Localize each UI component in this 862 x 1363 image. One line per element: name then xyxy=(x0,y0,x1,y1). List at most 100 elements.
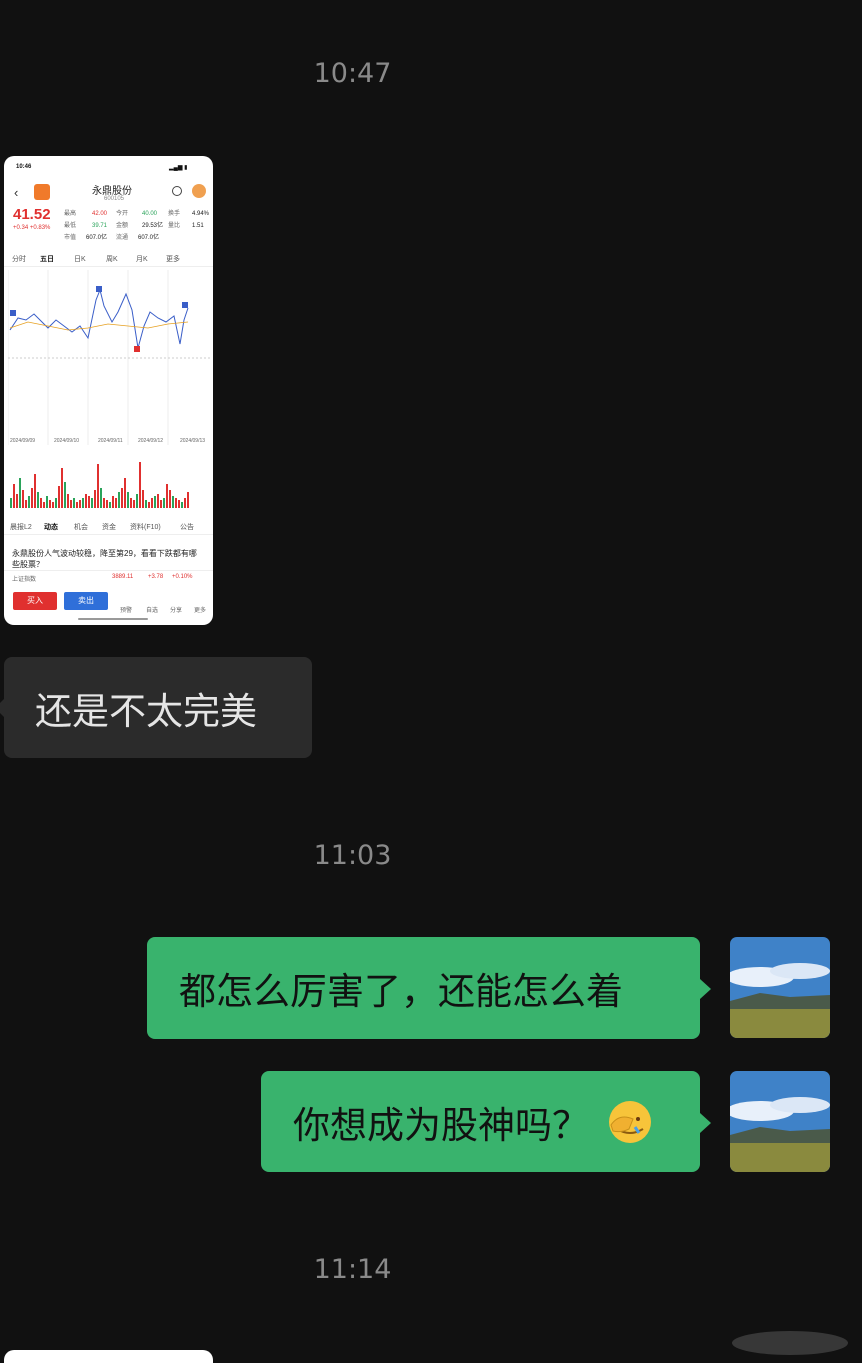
buy-button[interactable]: 买入 xyxy=(13,592,57,610)
volume-bar xyxy=(55,498,57,508)
quote-key: 流通 xyxy=(116,235,129,241)
tab-more[interactable]: 更多 xyxy=(166,254,180,264)
volume-bar xyxy=(100,488,102,508)
chart-date-axis: 2024/09/09 2024/09/10 2024/09/11 2024/09… xyxy=(10,438,210,446)
volume-bar xyxy=(178,500,180,508)
tab-daily-k[interactable]: 日K xyxy=(74,254,86,264)
volume-bar xyxy=(70,500,72,508)
volume-bar xyxy=(22,490,24,508)
volume-bar xyxy=(97,464,99,508)
volume-bar xyxy=(160,500,162,508)
volume-bar xyxy=(82,498,84,508)
volume-bar xyxy=(34,474,36,508)
index-value: 3889.11 xyxy=(112,574,134,580)
tab-f10[interactable]: 资料(F10) xyxy=(130,522,161,532)
avatar[interactable] xyxy=(730,1071,830,1172)
period-tabs: 分时 五日 日K 周K 月K 更多 xyxy=(4,252,213,267)
volume-bar xyxy=(37,492,39,508)
volume-bar xyxy=(46,496,48,508)
quote-key: 量比 xyxy=(168,223,181,229)
action-share[interactable]: 分享 xyxy=(170,605,182,614)
volume-bar xyxy=(40,498,42,508)
volume-bar xyxy=(166,484,168,508)
tab-weekly-k[interactable]: 周K xyxy=(106,254,118,264)
index-name: 上证指数 xyxy=(12,577,37,583)
volume-bar xyxy=(130,498,132,508)
facepalm-emoji-icon xyxy=(607,1099,653,1145)
volume-bar xyxy=(169,490,171,508)
volume-bar xyxy=(124,478,126,508)
volume-bar xyxy=(16,494,18,508)
back-arrow-icon[interactable]: ‹ xyxy=(14,185,18,200)
volume-bar xyxy=(88,496,90,508)
volume-bar xyxy=(181,502,183,508)
volume-bar xyxy=(133,500,135,508)
volume-bar xyxy=(91,498,93,508)
volume-bar xyxy=(43,502,45,508)
volume-bar xyxy=(136,494,138,508)
bottom-tabs: 晨报L2 动态 机会 资金 资料(F10) 公告 xyxy=(4,520,213,535)
date-label: 2024/09/11 xyxy=(98,438,123,444)
tab-morning-report[interactable]: 晨报L2 xyxy=(10,522,32,532)
tab-funds[interactable]: 资金 xyxy=(102,522,116,532)
search-icon[interactable] xyxy=(172,186,182,196)
action-alert[interactable]: 预警 xyxy=(120,605,132,614)
volume-bar xyxy=(148,502,150,508)
volume-bar xyxy=(175,498,177,508)
image-message-partial[interactable] xyxy=(4,1350,213,1363)
timestamp: 11:03 xyxy=(313,840,392,871)
news-headline[interactable]: 永鼎股份人气波动较稳，降至第29，看看下跌都有哪些股票？ xyxy=(12,548,204,568)
volume-bar xyxy=(163,498,165,508)
status-icons: ▂▄▆ ▮ xyxy=(169,165,188,171)
stock-change: +0.34 +0.83% xyxy=(13,225,51,231)
date-label: 2024/09/12 xyxy=(138,438,164,444)
avatar[interactable] xyxy=(730,937,830,1038)
avatar-icon[interactable] xyxy=(192,184,206,198)
volume-bar xyxy=(118,492,120,508)
timestamp: 11:14 xyxy=(313,1254,392,1285)
message-text: 你想成为股神吗？ xyxy=(293,1103,589,1147)
tab-five-day[interactable]: 五日 xyxy=(40,254,54,264)
action-more[interactable]: 更多 xyxy=(194,605,206,614)
sent-message-bubble[interactable]: 都怎么厉害了，还能怎么着 xyxy=(147,937,711,1039)
home-indicator xyxy=(78,618,148,620)
stock-name: 永鼎股份 xyxy=(92,186,132,197)
date-label: 2024/09/13 xyxy=(180,438,206,444)
action-watchlist[interactable]: 自选 xyxy=(146,605,158,614)
sent-message-bubble[interactable]: 你想成为股神吗？ xyxy=(261,1071,711,1172)
volume-bar xyxy=(76,502,78,508)
volume-bar xyxy=(67,494,69,508)
volume-chart xyxy=(10,462,189,508)
stock-code: 600105 xyxy=(104,196,125,202)
image-message-stock-screenshot[interactable]: 10:46 ▂▄▆ ▮ ‹ 永鼎股份 600105 41.52 +0.34 +0… xyxy=(4,156,213,625)
tab-intraday[interactable]: 分时 xyxy=(12,254,26,264)
received-message-bubble[interactable]: 还是不太完美 xyxy=(0,657,312,758)
volume-bar xyxy=(112,496,114,508)
tab-opportunity[interactable]: 机会 xyxy=(74,522,88,532)
index-pct: +0.10% xyxy=(172,574,193,580)
volume-bar xyxy=(145,500,147,508)
tab-dynamics[interactable]: 动态 xyxy=(44,522,58,532)
volume-bar xyxy=(58,486,60,508)
landscape-avatar-icon xyxy=(730,937,830,1038)
volume-bar xyxy=(184,498,186,508)
index-change: +3.78 xyxy=(148,574,164,580)
sell-button[interactable]: 卖出 xyxy=(64,592,108,610)
volume-bar xyxy=(154,496,156,508)
date-label: 2024/09/10 xyxy=(54,438,80,444)
volume-bar xyxy=(103,498,105,508)
broker-logo-icon xyxy=(34,184,50,200)
volume-bar xyxy=(187,492,189,508)
volume-bar xyxy=(49,500,51,508)
volume-bar xyxy=(85,494,87,508)
volume-bar xyxy=(28,496,30,508)
message-text: 还是不太完美 xyxy=(35,689,257,733)
quote-key: 市值 xyxy=(64,235,77,241)
tab-announcements[interactable]: 公告 xyxy=(180,522,194,532)
volume-bar xyxy=(10,498,12,508)
volume-bar xyxy=(172,496,174,508)
volume-bar xyxy=(142,490,144,508)
tab-monthly-k[interactable]: 月K xyxy=(136,254,148,264)
index-ticker[interactable]: 上证指数 3889.11 +3.78 +0.10% xyxy=(4,570,213,585)
volume-bar xyxy=(52,502,54,508)
